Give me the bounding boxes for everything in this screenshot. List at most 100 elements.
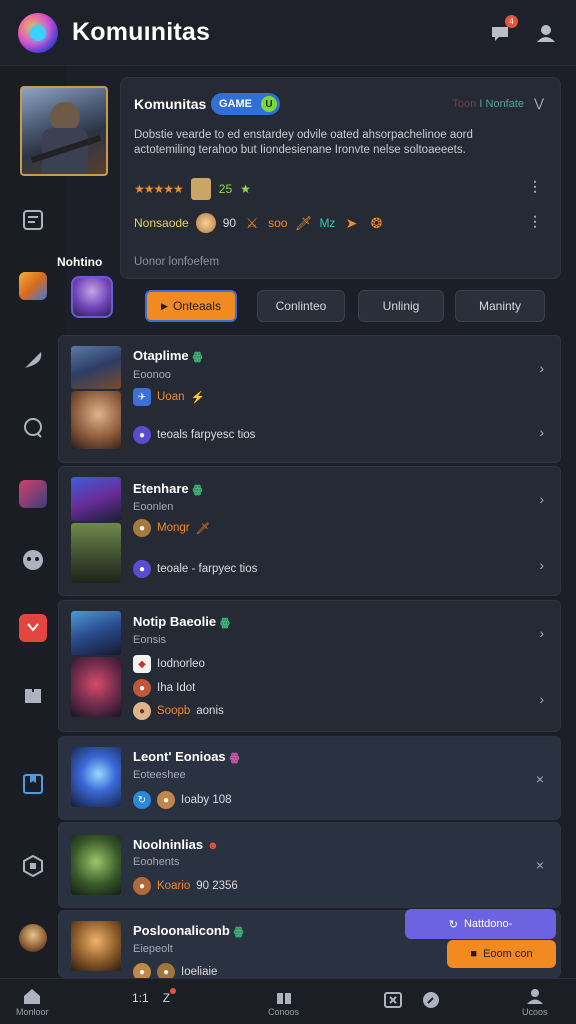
- avatar: ●: [157, 791, 175, 809]
- item-title: Notip Baeolie ꙮ: [133, 614, 230, 629]
- secondary-action-label: Eoom con: [483, 948, 533, 960]
- bookmark-icon[interactable]: [19, 770, 47, 798]
- tab-maninty[interactable]: Maninty: [455, 290, 545, 322]
- tab-label: Unlinig: [382, 299, 420, 313]
- secondary-action-button[interactable]: ■ Eoom con: [447, 940, 556, 968]
- ship-icon: ➤: [345, 214, 358, 231]
- rating-value: 25: [218, 182, 233, 196]
- nav-games[interactable]: Conoos: [268, 985, 299, 1017]
- list-icon[interactable]: [19, 206, 47, 234]
- member-avatar[interactable]: [71, 276, 113, 318]
- compass-icon: [420, 989, 442, 1011]
- chevron-right-icon[interactable]: ›: [539, 424, 544, 440]
- sword-icon: ⚔: [245, 214, 259, 231]
- card-title: Komunitas: [134, 96, 207, 112]
- refresh-icon: ↻: [448, 918, 458, 931]
- item-line: ◆ Iodnorleo: [133, 655, 205, 673]
- item-subtitle: Eoteeshee: [133, 769, 186, 781]
- side-rail: [0, 66, 66, 978]
- item-subtitle: Eiepeolt: [133, 943, 173, 955]
- list-item[interactable]: Otaplime ꙮ Eoonoo ✈ Uoan ⚡ ● teoals farpye…: [58, 335, 561, 463]
- notification-badge: 4: [505, 14, 518, 28]
- nav-label: Ucoos: [522, 1007, 548, 1017]
- close-box-icon: [382, 989, 404, 1011]
- game-thumb-icon[interactable]: [19, 480, 47, 508]
- thumbnail: [71, 657, 121, 717]
- sparkle-icon: ★: [240, 182, 251, 196]
- feather-icon[interactable]: [19, 346, 47, 374]
- meta-a: Toon: [452, 98, 477, 110]
- thumbnail: [71, 391, 121, 449]
- thumbnail: [71, 747, 121, 807]
- nav-profile[interactable]: Ucoos: [522, 985, 548, 1017]
- ghost-icon[interactable]: [19, 546, 47, 574]
- chevron-right-icon[interactable]: ›: [539, 625, 544, 641]
- card-meta: Toon I Nonfate: [452, 98, 524, 110]
- home-icon: [21, 985, 43, 1007]
- nav-home[interactable]: Monloor: [16, 985, 49, 1017]
- item-line: ● teoale - farpyec tios: [133, 560, 257, 578]
- close-icon[interactable]: ×: [536, 771, 544, 787]
- thumbnail: [71, 835, 121, 895]
- primary-action-button[interactable]: ↻ Nattdono-: [405, 909, 556, 939]
- nav-tools[interactable]: [382, 989, 442, 1011]
- meta-b[interactable]: Nonfate: [485, 98, 524, 110]
- user-icon: [524, 985, 546, 1007]
- tab-label: Maninty: [478, 299, 522, 313]
- list-item[interactable]: Leont' Eonioas ꙮ Eoteeshee ↻ ● Ioaby 108 …: [58, 736, 561, 820]
- item-subtitle: Eoonoo: [133, 369, 171, 381]
- list-item[interactable]: Etenhare ꙮ Eoonlen ● Mongr 🗡 ● teoale - fa…: [58, 466, 561, 596]
- chevron-right-icon[interactable]: ›: [539, 491, 544, 507]
- community-hero-image[interactable]: [20, 86, 108, 176]
- thumbnail: [71, 346, 121, 389]
- user-icon[interactable]: [534, 21, 558, 45]
- tab-onteaals[interactable]: ▶ Onteaals: [145, 290, 237, 322]
- stats-mid: soo: [268, 216, 288, 230]
- card-footer: Uonor lonfoefem: [134, 256, 220, 268]
- chevron-right-icon[interactable]: ›: [539, 691, 544, 707]
- list-item[interactable]: Notip Baeolie ꙮ Eonsis ◆ Iodnorleo ● Iha …: [58, 600, 561, 732]
- cycle-icon: ↻: [133, 791, 151, 809]
- nav-label: Monloor: [16, 1007, 49, 1017]
- shield-icon[interactable]: [19, 614, 47, 642]
- chevron-right-icon[interactable]: ›: [539, 360, 544, 376]
- game-badge[interactable]: GAME U: [211, 93, 280, 115]
- card-description: Dobstie vearde to ed enstardey odvile oa…: [134, 129, 473, 156]
- stats-count: 90: [222, 216, 237, 230]
- tab-unlinig[interactable]: Unlinig: [358, 290, 444, 322]
- stats-row: Nonsaode 90 ⚔ soo 🗡 Mz ➤ ❂: [134, 213, 385, 233]
- item-line: ● Iha Idot: [133, 679, 195, 697]
- collapse-icon[interactable]: ⋁: [534, 96, 544, 110]
- coin-icon: [195, 213, 216, 233]
- chat-icon[interactable]: [19, 414, 47, 442]
- chat-bubble-icon[interactable]: 4: [488, 14, 518, 45]
- circle-icon: ●: [133, 560, 151, 578]
- badge-dot-icon: U: [261, 96, 277, 112]
- tab-conlinteo[interactable]: Conlinteo: [257, 290, 345, 322]
- trophy-icon: [190, 178, 211, 200]
- list-item[interactable]: Noolninlias ☻ Eoohents ● Koario 90 2356 ×: [58, 822, 561, 908]
- item-subtitle: Eoonlen: [133, 501, 174, 513]
- chevron-right-icon[interactable]: ›: [539, 557, 544, 573]
- puzzle-icon[interactable]: [19, 682, 47, 710]
- more-options-icon-2[interactable]: ⋮: [528, 213, 542, 230]
- tab-label: Conlinteo: [275, 299, 327, 313]
- thumbnail: [71, 611, 121, 655]
- thumbnail: [71, 921, 121, 971]
- app-header: Komuınitas 4: [0, 0, 576, 66]
- item-subtitle: Eonsis: [133, 634, 167, 646]
- game-badge-label: GAME: [219, 98, 252, 110]
- nav-label: Conoos: [268, 1007, 300, 1017]
- app-title: Komuınitas: [72, 18, 211, 46]
- game-tile-icon[interactable]: [19, 272, 47, 300]
- nav-messages[interactable]: 1:1 Z: [132, 988, 177, 1005]
- more-options-icon[interactable]: ⋮: [528, 178, 542, 195]
- close-icon[interactable]: ×: [536, 857, 544, 873]
- item-title: Otaplime ꙮ: [133, 348, 203, 363]
- app-logo[interactable]: [18, 12, 58, 53]
- primary-action-label: Nattdono-: [463, 918, 513, 930]
- meta-sep: I: [479, 98, 483, 110]
- item-line: ● Koario 90 2356: [133, 877, 238, 895]
- profile-avatar[interactable]: [19, 924, 47, 952]
- box-icon[interactable]: [19, 852, 47, 880]
